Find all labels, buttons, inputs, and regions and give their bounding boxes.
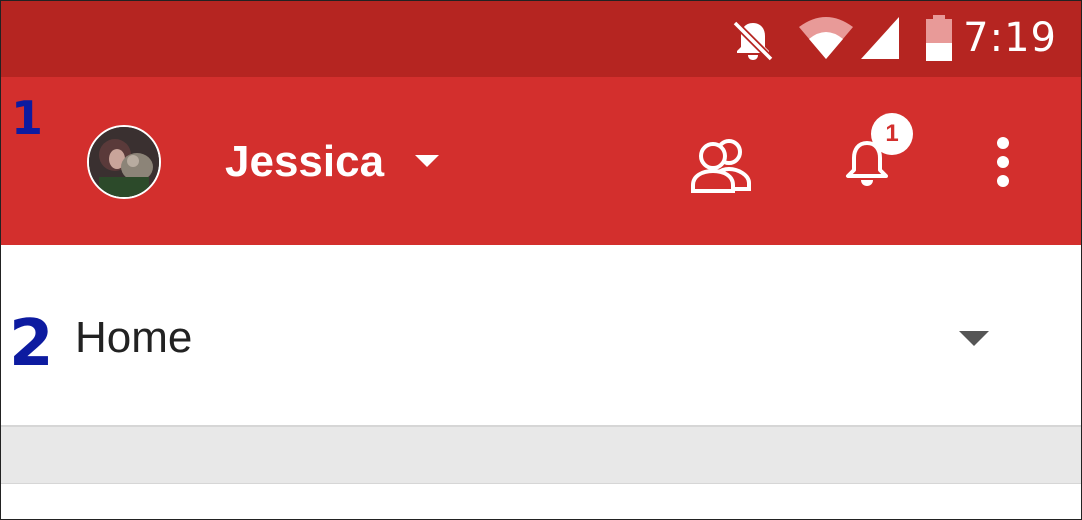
status-bar: 7:19 xyxy=(1,1,1081,77)
status-time: 7:19 xyxy=(963,15,1057,61)
avatar-photo xyxy=(89,127,159,197)
divider xyxy=(1,425,1081,483)
account-name[interactable]: Jessica xyxy=(225,137,384,187)
phone-screen: 7:19 1 Jessica 1 2 Home xyxy=(0,0,1082,520)
more-vert-icon[interactable] xyxy=(991,135,1015,191)
app-bar: 1 Jessica 1 xyxy=(1,77,1081,245)
section-selector[interactable]: 2 Home xyxy=(1,245,1081,425)
bell-off-icon xyxy=(732,20,774,62)
avatar[interactable] xyxy=(87,125,161,199)
annotation-label-2: 2 xyxy=(9,307,54,381)
annotation-label-1: 1 xyxy=(11,91,44,145)
notification-badge: 1 xyxy=(871,113,913,155)
people-icon[interactable] xyxy=(689,135,755,193)
wifi-icon xyxy=(799,17,853,59)
battery-icon xyxy=(926,15,952,61)
signal-icon xyxy=(861,17,899,59)
section-dropdown-caret-icon[interactable] xyxy=(959,331,989,346)
divider-line xyxy=(1,483,1081,484)
section-label[interactable]: Home xyxy=(75,313,192,363)
account-dropdown-caret-icon[interactable] xyxy=(415,155,439,167)
